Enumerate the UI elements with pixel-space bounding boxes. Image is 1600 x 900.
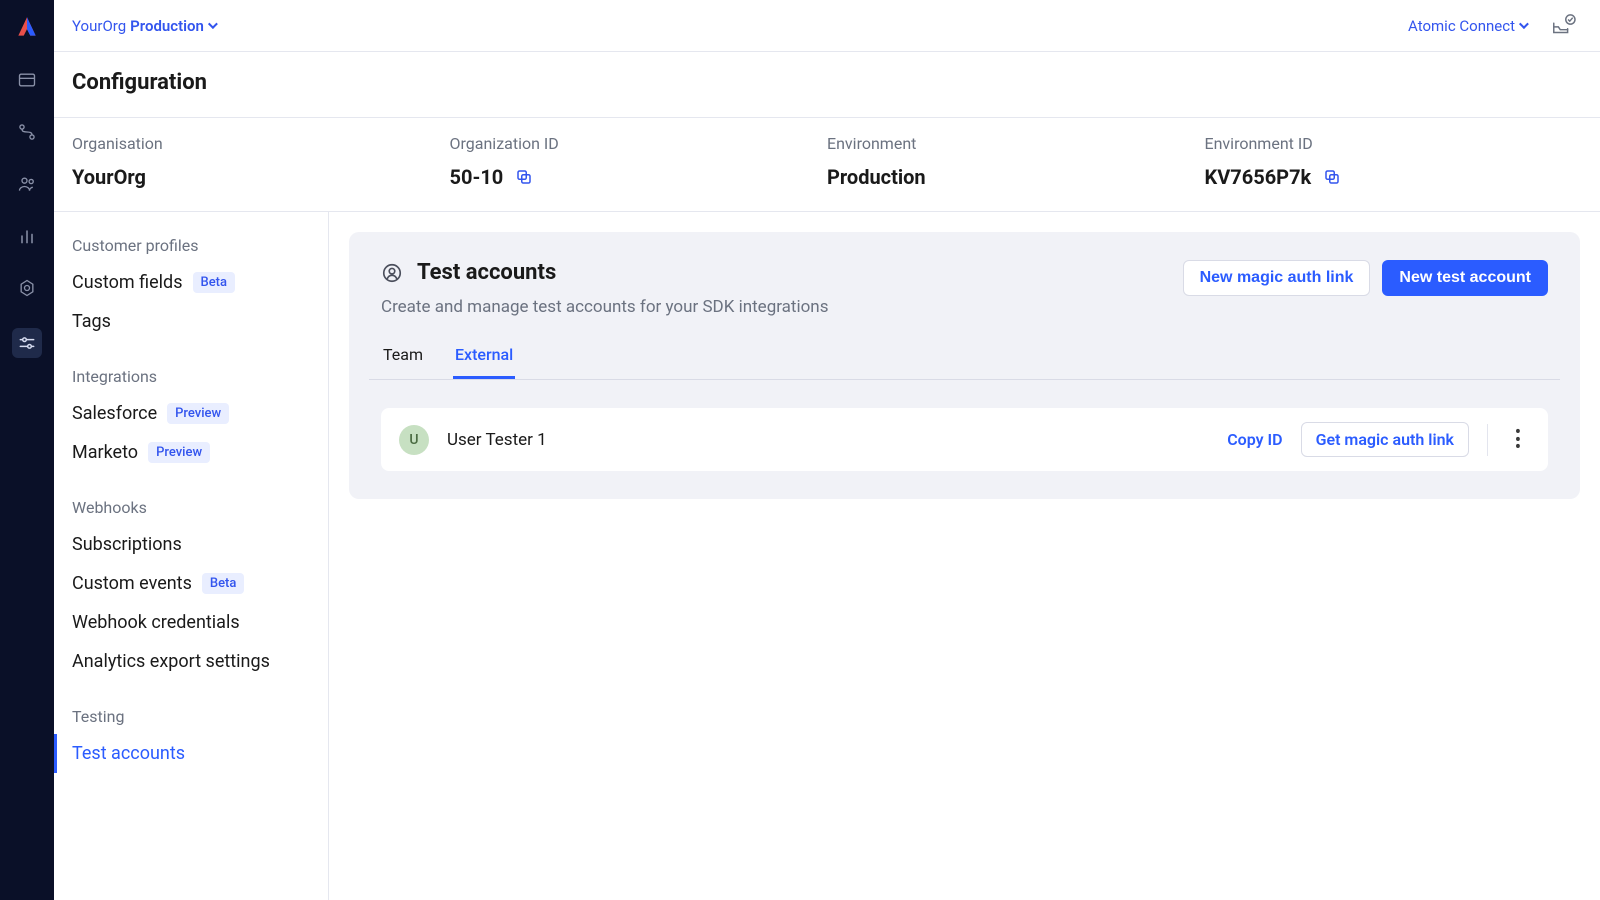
meta-label: Environment ID: [1205, 134, 1583, 153]
row-actions: Copy ID Get magic auth link •••: [1227, 422, 1530, 457]
settings-icon[interactable]: [15, 276, 39, 300]
sidebar-item-label: Test accounts: [72, 740, 185, 767]
meta-label: Organisation: [72, 134, 450, 153]
sidebar-group-label: Customer profiles: [54, 236, 328, 263]
panel-subtitle: Create and manage test accounts for your…: [381, 297, 1163, 317]
sidebar-item-test-accounts[interactable]: Test accounts: [54, 734, 328, 773]
divider: [1487, 424, 1488, 456]
account-icon: [381, 262, 403, 284]
left-rail: [0, 0, 54, 900]
breadcrumb-org: YourOrg: [72, 17, 126, 35]
configuration-icon[interactable]: [12, 328, 42, 358]
test-account-row: U User Tester 1 Copy ID Get magic auth link…: [381, 408, 1548, 471]
meta-value: 50-10: [450, 165, 504, 189]
connect-label: Atomic Connect: [1408, 17, 1515, 35]
sidebar-item-label: Analytics export settings: [72, 648, 270, 675]
flows-icon[interactable]: [15, 120, 39, 144]
atomic-connect-link[interactable]: Atomic Connect: [1408, 17, 1526, 35]
tab-external[interactable]: External: [453, 345, 515, 379]
test-accounts-panel: Test accounts Create and manage test acc…: [349, 232, 1580, 499]
meta-environment-id: Environment ID KV7656P7k: [1205, 134, 1583, 189]
badge: Preview: [148, 442, 210, 464]
sidebar-item-label: Marketo: [72, 439, 138, 466]
preview-tray-icon[interactable]: [1550, 14, 1576, 38]
panel-title: Test accounts: [417, 260, 556, 285]
meta-label: Organization ID: [450, 134, 828, 153]
meta-value: YourOrg: [72, 165, 450, 189]
topbar: YourOrg Production Atomic Connect: [54, 0, 1600, 52]
meta-organization-id: Organization ID 50-10: [450, 134, 828, 189]
badge: Beta: [202, 573, 245, 595]
org-env-selector[interactable]: YourOrg Production: [72, 17, 215, 35]
badge: Preview: [167, 403, 229, 425]
more-actions-icon[interactable]: •••: [1506, 428, 1530, 451]
page-title: Configuration: [72, 70, 1582, 95]
sidebar-item-analytics-export-settings[interactable]: Analytics export settings: [54, 642, 328, 681]
sidebar-item-tags[interactable]: Tags: [54, 302, 328, 341]
meta-row: Organisation YourOrg Organization ID 50-…: [54, 118, 1600, 212]
meta-value: Production: [827, 165, 1205, 189]
sidebar-item-subscriptions[interactable]: Subscriptions: [54, 525, 328, 564]
content: Test accounts Create and manage test acc…: [329, 212, 1600, 900]
customers-icon[interactable]: [15, 172, 39, 196]
meta-environment: Environment Production: [827, 134, 1205, 189]
sidebar-item-label: Custom events: [72, 570, 192, 597]
copy-icon[interactable]: [515, 168, 533, 186]
sidebar-item-label: Tags: [72, 308, 111, 335]
badge: Beta: [193, 272, 236, 294]
cards-icon[interactable]: [15, 68, 39, 92]
meta-organisation: Organisation YourOrg: [72, 134, 450, 189]
breadcrumb-env: Production: [130, 17, 204, 35]
panel-tabs: Team External: [369, 345, 1560, 380]
sidebar-group-label: Testing: [54, 707, 328, 734]
copy-icon[interactable]: [1323, 168, 1341, 186]
app-logo-icon: [14, 14, 40, 40]
config-sidebar: Customer profiles Custom fields Beta Tags In…: [54, 212, 329, 900]
sidebar-item-custom-events[interactable]: Custom events Beta: [54, 564, 328, 603]
sidebar-item-webhook-credentials[interactable]: Webhook credentials: [54, 603, 328, 642]
sidebar-item-label: Subscriptions: [72, 531, 182, 558]
account-name: User Tester 1: [447, 430, 1209, 450]
panel-header: Test accounts Create and manage test acc…: [381, 260, 1548, 317]
new-magic-auth-link-button[interactable]: New magic auth link: [1183, 260, 1371, 296]
meta-label: Environment: [827, 134, 1205, 153]
sidebar-item-label: Salesforce: [72, 400, 157, 427]
chevron-down-icon: [1519, 19, 1529, 29]
sidebar-item-label: Webhook credentials: [72, 609, 240, 636]
body: Customer profiles Custom fields Beta Tags In…: [54, 212, 1600, 900]
sidebar-item-custom-fields[interactable]: Custom fields Beta: [54, 263, 328, 302]
analytics-icon[interactable]: [15, 224, 39, 248]
test-account-list: U User Tester 1 Copy ID Get magic auth link…: [381, 408, 1548, 471]
new-test-account-button[interactable]: New test account: [1382, 260, 1548, 296]
avatar: U: [399, 425, 429, 455]
chevron-down-icon: [208, 19, 218, 29]
sidebar-item-marketo[interactable]: Marketo Preview: [54, 433, 328, 472]
page-header: Configuration: [54, 52, 1600, 118]
tab-team[interactable]: Team: [381, 345, 425, 379]
meta-value: KV7656P7k: [1205, 165, 1312, 189]
sidebar-group-label: Integrations: [54, 367, 328, 394]
copy-id-button[interactable]: Copy ID: [1227, 430, 1282, 449]
get-magic-auth-link-button[interactable]: Get magic auth link: [1301, 422, 1469, 457]
sidebar-item-label: Custom fields: [72, 269, 183, 296]
main-area: YourOrg Production Atomic Connect Config…: [54, 0, 1600, 900]
sidebar-item-salesforce[interactable]: Salesforce Preview: [54, 394, 328, 433]
sidebar-group-label: Webhooks: [54, 498, 328, 525]
